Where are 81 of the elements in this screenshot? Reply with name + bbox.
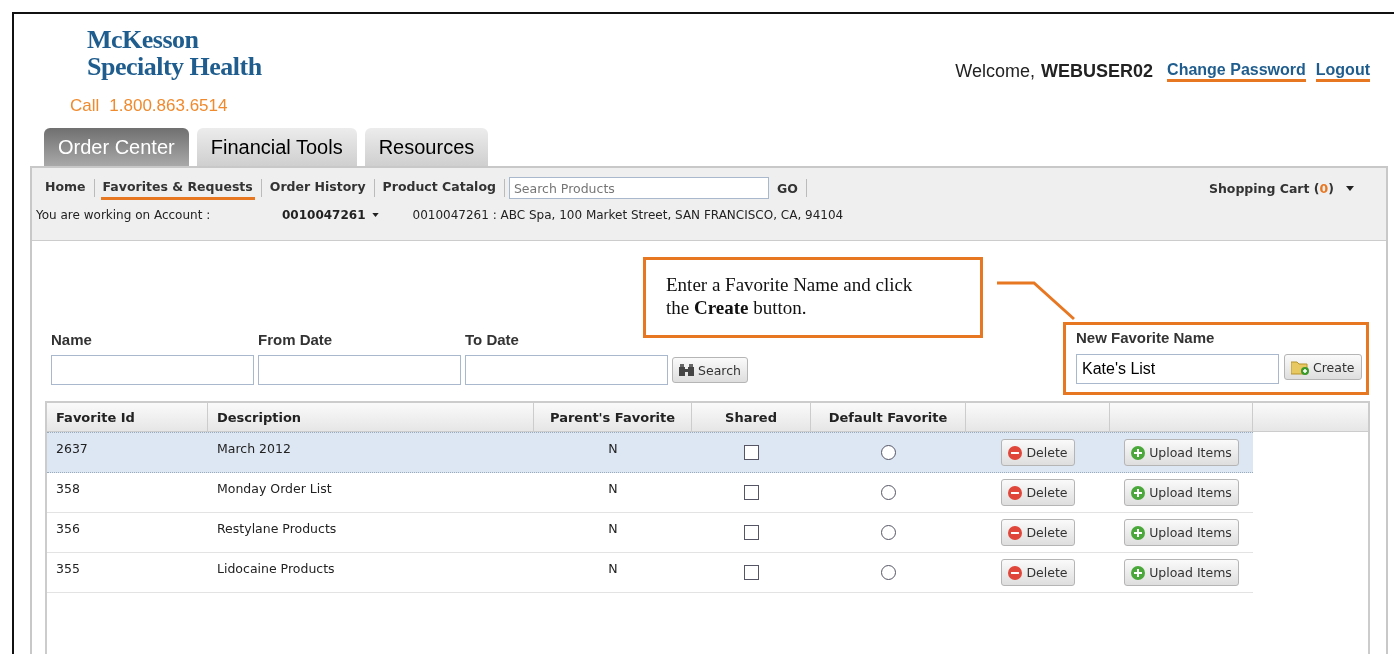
nav-link[interactable]: Home [43,176,88,200]
input-field[interactable] [258,355,461,385]
tab[interactable]: Financial Tools [196,128,357,166]
change-password-link[interactable]: Change Password [1167,61,1306,82]
nav-link[interactable]: Product Catalog [380,176,498,200]
company-logo: McKesson Specialty Health [87,26,262,80]
table-cell-text: 355 [56,561,80,578]
input-field[interactable] [51,355,254,385]
nav-link[interactable]: Order History [267,176,368,200]
upload-items-button[interactable]: Upload Items [1124,559,1239,586]
search-button[interactable]: Search [672,357,748,383]
field-label: From Date [258,331,334,348]
delete-button[interactable]: Delete [1001,439,1075,466]
table-cell-text: March 2012 [217,441,291,458]
field-label: New Favorite Name [1076,329,1216,346]
minus-icon [1008,565,1023,580]
table-cell-text: N [608,521,618,538]
table-row[interactable]: 355 Lidocaine Products N Delete Upload Items [47,553,1253,593]
tab[interactable]: Resources [364,128,489,166]
radio-button[interactable] [881,525,896,540]
folder-icon [1291,359,1309,375]
field-label: Name [51,331,93,348]
go-button[interactable]: GO [776,180,798,196]
field-label: To Date [465,331,520,348]
checkbox[interactable] [744,525,759,540]
upload-items-button[interactable]: Upload Items [1124,479,1239,506]
table-cell-text: 358 [56,481,80,498]
radio-button[interactable] [881,445,896,460]
column-header: Parent's Favorite [549,409,676,425]
username: WEBUSER02 [1041,61,1154,82]
create-button[interactable]: Create [1284,354,1362,380]
account-label: You are working on Account : [36,208,212,222]
phone-number: 1.800.863.6514 [109,96,228,116]
account-number[interactable]: 0010047261 [282,208,366,222]
call-label: Call [70,96,100,116]
checkbox[interactable] [744,565,759,580]
delete-button[interactable]: Delete [1001,559,1075,586]
upload-items-button[interactable]: Upload Items [1124,439,1239,466]
binoculars-icon [679,364,694,376]
plus-icon [1131,565,1146,580]
table-row[interactable]: 2637 March 2012 N Delete Upload Items [47,432,1253,473]
input-field[interactable] [465,355,668,385]
checkbox[interactable] [744,445,759,460]
checkbox[interactable] [744,485,759,500]
logout-link[interactable]: Logout [1315,61,1370,82]
table-cell-text: N [608,441,618,458]
caret-icon[interactable] [1346,185,1354,191]
table-cell-text: 2637 [56,441,88,458]
account-address: 0010047261 : ABC Spa, 100 Market Street, SAN FRANCISCO, CA, 94104 [412,208,844,222]
table-row[interactable]: 356 Restylane Products N Delete Upload Items [47,513,1253,553]
radio-button[interactable] [881,485,896,500]
cart-label[interactable]: Shopping Cart ( [1208,180,1320,196]
delete-button[interactable]: Delete [1001,479,1075,506]
minus-icon [1008,445,1023,460]
table-cell-text: 356 [56,521,80,538]
callout-text: Enter a Favorite Name and click the Create button. [666,274,913,318]
table-cell-text: N [608,561,618,578]
column-header: Favorite Id [56,409,135,425]
caret-icon[interactable] [371,213,379,217]
upload-items-button[interactable]: Upload Items [1124,519,1239,546]
table-row[interactable]: 358 Monday Order List N Delete Upload Items [47,473,1253,513]
table-cell-text: Restylane Products [217,521,337,538]
minus-icon [1008,485,1023,500]
radio-button[interactable] [881,565,896,580]
column-header: Shared [725,409,777,425]
delete-button[interactable]: Delete [1001,519,1075,546]
minus-icon [1008,525,1023,540]
plus-icon [1131,525,1146,540]
cart-count: 0 [1319,180,1329,196]
welcome-text: Welcome, [955,61,1036,82]
cart-label-end: ) [1328,180,1334,196]
plus-icon [1131,485,1146,500]
search-field[interactable]: Search Products [508,177,769,199]
table-cell-text: Monday Order List [217,481,332,498]
column-header: Default Favorite [828,409,948,425]
table-cell-text: Lidocaine Products [217,561,335,578]
nav-link[interactable]: Favorites & Requests [100,176,255,200]
table-cell-text: N [608,481,618,498]
plus-icon [1131,445,1146,460]
column-header: Description [217,409,302,425]
favorite-name-field[interactable]: Kate's List [1076,354,1279,384]
